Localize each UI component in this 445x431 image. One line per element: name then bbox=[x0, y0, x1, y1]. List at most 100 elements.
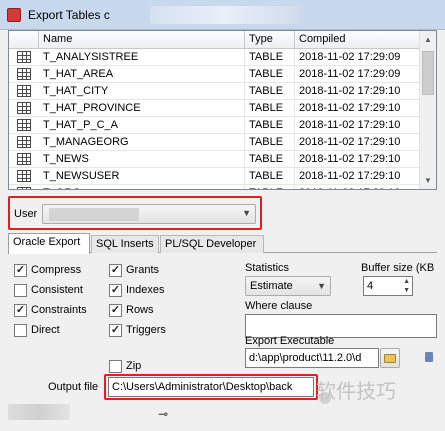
consistent-checkbox[interactable]: Consistent bbox=[14, 283, 94, 299]
blurred-user-value bbox=[49, 208, 139, 221]
checkbox-box[interactable]: ✓ bbox=[109, 304, 122, 317]
table-compiled-cell: 2018-11-02 17:29:10 bbox=[295, 151, 427, 168]
scroll-thumb[interactable] bbox=[422, 51, 434, 95]
app-icon bbox=[7, 8, 21, 22]
table-icon bbox=[17, 85, 31, 97]
table-icon bbox=[17, 187, 31, 189]
table-name-cell: T_HAT_CITY bbox=[39, 83, 245, 100]
table-row[interactable]: T_HAT_P_C_A TABLE 2018-11-02 17:29:10 bbox=[9, 117, 427, 134]
table-row[interactable]: T_HAT_CITY TABLE 2018-11-02 17:29:10 bbox=[9, 83, 427, 100]
table-name-cell: T_HAT_AREA bbox=[39, 66, 245, 83]
table-name-cell: T_NEWS bbox=[39, 151, 245, 168]
table-type-cell: TABLE bbox=[245, 117, 295, 134]
table-compiled-cell: 2018-11-02 17:29:10 bbox=[295, 100, 427, 117]
table-icon bbox=[17, 51, 31, 63]
table-type-cell: TABLE bbox=[245, 83, 295, 100]
table-list-scrollbar[interactable]: ▲ ▼ bbox=[419, 31, 436, 189]
triggers-checkbox[interactable]: ✓ Triggers bbox=[109, 323, 179, 339]
table-icon bbox=[17, 170, 31, 182]
checkbox-box[interactable] bbox=[14, 324, 27, 337]
blurred-title-area bbox=[150, 6, 300, 24]
output-file-highlight-box bbox=[104, 374, 318, 400]
buffer-size-spinner[interactable]: 4 ▲ ▼ bbox=[363, 276, 413, 296]
table-list-header: Name Type Compiled bbox=[9, 31, 427, 49]
grants-checkbox[interactable]: ✓ Grants bbox=[109, 263, 179, 279]
table-icon bbox=[17, 119, 31, 131]
tab-sql-inserts[interactable]: SQL Inserts bbox=[91, 235, 159, 253]
pin-icon[interactable]: ⊸ bbox=[158, 407, 168, 421]
rows-checkbox[interactable]: ✓ Rows bbox=[109, 303, 179, 319]
table-compiled-cell: 2018-11-02 17:29:10 bbox=[295, 117, 427, 134]
checkbox-box[interactable]: ✓ bbox=[14, 304, 27, 317]
table-type-cell: TABLE bbox=[245, 134, 295, 151]
chevron-down-icon: ▼ bbox=[317, 281, 326, 291]
table-type-cell: TABLE bbox=[245, 168, 295, 185]
title-bar: Export Tables c bbox=[0, 0, 445, 30]
user-select[interactable]: ▼ bbox=[42, 204, 256, 224]
where-clause-label: Where clause bbox=[245, 300, 313, 312]
scroll-down-icon[interactable]: ▼ bbox=[420, 172, 436, 189]
checkbox-box[interactable]: ✓ bbox=[109, 324, 122, 337]
table-compiled-cell: 2018-11-02 17:29:10 bbox=[295, 185, 427, 189]
table-name-cell: T_ANALYSISTREE bbox=[39, 49, 245, 66]
table-row[interactable]: T_HAT_AREA TABLE 2018-11-02 17:29:09 bbox=[9, 66, 427, 83]
user-highlight-box: User ▼ bbox=[8, 196, 262, 230]
chevron-down-icon: ▼ bbox=[242, 208, 251, 218]
direct-checkbox[interactable]: Direct bbox=[14, 323, 84, 339]
table-row[interactable]: T_HAT_PROVINCE TABLE 2018-11-02 17:29:10 bbox=[9, 100, 427, 117]
column-header-type[interactable]: Type bbox=[245, 31, 295, 49]
table-name-cell: T_ORG bbox=[39, 185, 245, 189]
table-compiled-cell: 2018-11-02 17:29:10 bbox=[295, 83, 427, 100]
table-row[interactable]: T_NEWS TABLE 2018-11-02 17:29:10 bbox=[9, 151, 427, 168]
header-icon-column bbox=[9, 31, 39, 49]
statistics-select[interactable]: Estimate ▼ bbox=[245, 276, 331, 296]
table-compiled-cell: 2018-11-02 17:29:09 bbox=[295, 66, 427, 83]
table-compiled-cell: 2018-11-02 17:29:09 bbox=[295, 49, 427, 66]
table-name-cell: T_HAT_PROVINCE bbox=[39, 100, 245, 117]
table-type-cell: TABLE bbox=[245, 100, 295, 117]
tab-oracle-export[interactable]: Oracle Export bbox=[8, 233, 90, 254]
watermark-text: 软件技巧 bbox=[316, 379, 396, 403]
spinner-arrows-icon[interactable]: ▲ ▼ bbox=[403, 277, 410, 295]
checkbox-box[interactable]: ✓ bbox=[109, 264, 122, 277]
zip-checkbox[interactable]: Zip bbox=[109, 359, 159, 375]
output-file-label: Output file bbox=[48, 381, 99, 393]
table-row[interactable]: T_ORGTABLE2018-11-02 17:29:10 bbox=[9, 185, 427, 189]
window-title: Export Tables c bbox=[28, 8, 110, 22]
user-label: User bbox=[14, 208, 38, 220]
table-name-cell: T_HAT_P_C_A bbox=[39, 117, 245, 134]
table-icon bbox=[17, 153, 31, 165]
table-icon bbox=[17, 102, 31, 114]
table-type-cell: TABLE bbox=[245, 49, 295, 66]
table-compiled-cell: 2018-11-02 17:29:10 bbox=[295, 168, 427, 185]
blurred-button-area bbox=[8, 404, 70, 420]
scroll-up-icon[interactable]: ▲ bbox=[420, 31, 436, 48]
tab-plsql-developer[interactable]: PL/SQL Developer bbox=[160, 235, 264, 253]
table-compiled-cell: 2018-11-02 17:29:10 bbox=[295, 134, 427, 151]
table-icon bbox=[17, 68, 31, 80]
export-tabs: Oracle Export SQL Inserts PL/SQL Develop… bbox=[8, 233, 437, 254]
table-type-cell: TABLE bbox=[245, 66, 295, 83]
compress-checkbox[interactable]: ✓ Compress bbox=[14, 263, 94, 279]
browse-executable-button[interactable] bbox=[380, 348, 400, 368]
table-name-cell: T_MANAGEORG bbox=[39, 134, 245, 151]
checkbox-box[interactable]: ✓ bbox=[109, 284, 122, 297]
checkbox-box[interactable]: ✓ bbox=[14, 264, 27, 277]
table-row[interactable]: T_MANAGEORG TABLE 2018-11-02 17:29:10 bbox=[9, 134, 427, 151]
blurred-side-control bbox=[423, 348, 437, 368]
column-header-name[interactable]: Name bbox=[39, 31, 245, 49]
indexes-checkbox[interactable]: ✓ Indexes bbox=[109, 283, 179, 299]
checkbox-box[interactable] bbox=[14, 284, 27, 297]
table-row[interactable]: T_NEWSUSER TABLE 2018-11-02 17:29:10 bbox=[9, 168, 427, 185]
table-row[interactable]: T_ANALYSISTREE TABLE 2018-11-02 17:29:09 bbox=[9, 49, 427, 66]
export-executable-input[interactable]: d:\app\product\11.2.0\d bbox=[245, 348, 379, 368]
side-icon bbox=[425, 352, 433, 362]
column-header-compiled[interactable]: Compiled bbox=[295, 31, 427, 49]
table-type-cell: TABLE bbox=[245, 185, 295, 189]
export-executable-label: Export Executable bbox=[245, 335, 335, 347]
table-list[interactable]: Name Type Compiled T_ANALYSISTREE TABLE 20… bbox=[8, 30, 437, 190]
checkbox-box[interactable] bbox=[109, 360, 122, 373]
table-icon bbox=[17, 136, 31, 148]
folder-icon bbox=[384, 354, 396, 363]
constraints-checkbox[interactable]: ✓ Constraints bbox=[14, 303, 98, 319]
